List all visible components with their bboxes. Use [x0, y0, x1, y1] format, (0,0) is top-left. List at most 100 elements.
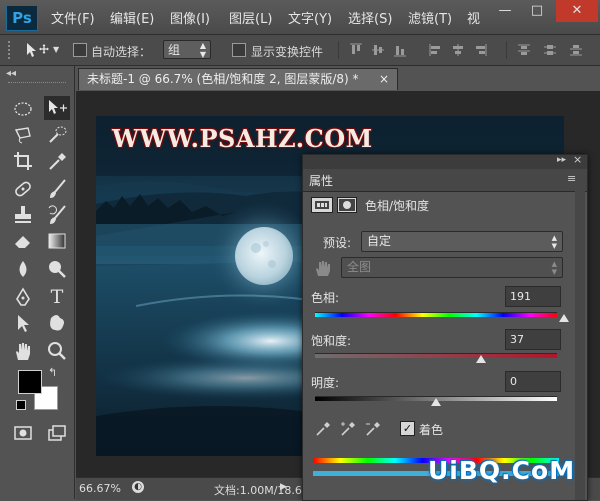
custom-shape-tool-icon[interactable] — [46, 312, 68, 334]
show-transform-checkbox[interactable] — [232, 43, 246, 57]
colorize-label: 着色 — [419, 423, 444, 437]
align-right-icon[interactable] — [472, 42, 488, 58]
colorize-checkbox[interactable]: ✓ — [400, 421, 415, 436]
menu-layer[interactable]: 图层(L) — [229, 8, 272, 27]
minimize-button[interactable]: — — [490, 0, 520, 22]
document-tab-title: 未标题-1 @ 66.7% (色相/饱和度 2, 图层蒙版/8) * — [87, 72, 359, 86]
preset-label: 预设: — [323, 236, 352, 250]
eraser-tool-icon[interactable] — [12, 230, 34, 252]
lightness-label: 明度: — [311, 376, 340, 390]
align-bottom-icon[interactable] — [392, 42, 408, 58]
menu-type[interactable]: 文字(Y) — [288, 8, 332, 27]
preset-dropdown[interactable]: 自定 ▲ ▼ — [361, 231, 563, 252]
document-size-info: 文档:1.00M/18.6M — [214, 484, 312, 497]
hue-value-input[interactable]: 191 — [505, 286, 561, 307]
distribute-top-icon[interactable] — [516, 42, 532, 58]
menu-filter[interactable]: 滤镜(T) — [408, 8, 452, 27]
lasso-tool-icon[interactable] — [12, 124, 34, 146]
channel-dropdown[interactable]: 全图 ▲ ▼ — [341, 257, 563, 278]
gradient-tool-icon[interactable] — [46, 230, 68, 252]
healing-brush-tool-icon[interactable] — [12, 178, 34, 200]
crop-tool-icon[interactable] — [12, 150, 34, 172]
align-hcenter-icon[interactable] — [450, 42, 466, 58]
distribute-bottom-icon[interactable] — [568, 42, 584, 58]
collapse-panel-icon[interactable]: ◂◂ — [6, 68, 16, 79]
default-colors-icon[interactable] — [16, 400, 26, 410]
lightness-value-input[interactable]: 0 — [505, 371, 561, 392]
auto-select-value: 组 — [168, 43, 181, 57]
menu-select[interactable]: 选择(S) — [348, 8, 392, 27]
history-brush-tool-icon[interactable] — [46, 204, 68, 226]
collapse-panel-icon[interactable]: ▸▸ — [557, 155, 566, 165]
panel-grip[interactable] — [8, 82, 66, 85]
eyedropper-icon[interactable] — [315, 421, 331, 440]
distribute-vcenter-icon[interactable] — [542, 42, 558, 58]
align-top-icon[interactable] — [348, 42, 364, 58]
tool-preset-dropdown-icon[interactable]: ▼ — [53, 45, 59, 54]
menu-edit[interactable]: 编辑(E) — [110, 8, 154, 27]
hue-saturation-adjustment-icon — [311, 197, 333, 213]
dodge-tool-icon[interactable] — [46, 258, 68, 280]
move-tool-selected-icon[interactable] — [44, 96, 70, 120]
properties-panel: ▸▸ × 属性 ≡ 色相/饱和度 预设: 自定 ▲ ▼ 全图 ▲ ▼ 色相: 191… — [302, 153, 588, 501]
grip-handle[interactable] — [8, 41, 18, 59]
panel-menu-icon[interactable]: ≡ — [567, 172, 576, 185]
eyedropper-subtract-icon[interactable] — [365, 421, 381, 440]
close-panel-icon[interactable]: × — [573, 153, 582, 166]
zoom-level[interactable]: 66.67% — [79, 482, 121, 495]
align-vcenter-icon[interactable] — [370, 42, 386, 58]
close-tab-icon[interactable]: × — [379, 69, 389, 90]
panel-scrollbar[interactable] — [575, 191, 585, 500]
hue-slider-track[interactable] — [315, 312, 557, 317]
auto-select-dropdown[interactable]: 组 ▲ ▼ — [163, 40, 211, 59]
quick-selection-tool-icon[interactable] — [46, 124, 68, 146]
updown-arrow-icon: ▲ ▼ — [551, 260, 557, 276]
channel-value: 全图 — [347, 260, 372, 274]
maximize-button[interactable]: □ — [522, 0, 552, 22]
blur-tool-icon[interactable] — [12, 258, 34, 280]
menu-view[interactable]: 视 — [467, 8, 480, 27]
uibq-watermark: UiBQ.CoM — [428, 456, 576, 485]
preset-value: 自定 — [367, 234, 392, 248]
menu-bar: Ps 文件(F) 编辑(E) 图像(I) 图层(L) 文字(Y) 选择(S) 滤… — [0, 0, 600, 35]
adjustment-name: 色相/饱和度 — [365, 199, 430, 213]
saturation-label: 饱和度: — [311, 334, 352, 348]
swap-colors-icon[interactable]: ↰ — [48, 366, 57, 379]
eyedropper-add-icon[interactable] — [340, 421, 356, 440]
screen-mode-icon[interactable] — [46, 422, 68, 444]
auto-select-checkbox[interactable] — [73, 43, 87, 57]
panel-header: 属性 ≡ — [303, 169, 587, 192]
close-window-button[interactable]: ✕ — [556, 0, 598, 22]
lightness-slider-thumb[interactable] — [431, 398, 441, 406]
status-menu-arrow-icon[interactable]: ▶ — [280, 482, 287, 492]
share-icon[interactable]: ◐ — [132, 481, 144, 493]
updown-arrow-icon: ▲ ▼ — [199, 41, 206, 59]
auto-select-label: 自动选择： — [91, 45, 152, 59]
document-tab[interactable]: 未标题-1 @ 66.7% (色相/饱和度 2, 图层蒙版/8) * × — [78, 68, 398, 90]
type-tool-icon[interactable]: T — [46, 286, 68, 308]
saturation-slider-thumb[interactable] — [475, 355, 486, 363]
saturation-slider-track[interactable] — [315, 353, 557, 358]
photoshop-logo: Ps — [6, 5, 38, 31]
quick-mask-icon[interactable] — [12, 422, 34, 444]
updown-arrow-icon: ▲ ▼ — [551, 234, 557, 250]
panel-titlebar[interactable]: ▸▸ × — [303, 153, 587, 169]
menu-file[interactable]: 文件(F) — [51, 8, 95, 27]
eyedropper-tool-icon[interactable] — [46, 150, 68, 172]
layer-mask-icon[interactable] — [337, 197, 357, 213]
hue-slider-thumb[interactable] — [559, 314, 570, 322]
move-tool-icon[interactable] — [24, 41, 52, 62]
path-selection-tool-icon[interactable] — [12, 312, 34, 334]
options-bar: ▼ 自动选择： 组 ▲ ▼ 显示变换控件 — [0, 35, 600, 66]
align-left-icon[interactable] — [428, 42, 444, 58]
zoom-tool-icon[interactable] — [46, 340, 68, 362]
targeted-adjustment-hand-icon[interactable] — [313, 259, 331, 280]
clone-stamp-tool-icon[interactable] — [12, 204, 34, 226]
marquee-tool-icon[interactable] — [12, 98, 34, 120]
menu-image[interactable]: 图像(I) — [170, 8, 210, 27]
saturation-value-input[interactable]: 37 — [505, 329, 561, 350]
hand-tool-icon[interactable] — [12, 340, 34, 362]
brush-tool-icon[interactable] — [46, 178, 68, 200]
pen-tool-icon[interactable] — [12, 286, 34, 308]
show-transform-label: 显示变换控件 — [251, 45, 324, 59]
